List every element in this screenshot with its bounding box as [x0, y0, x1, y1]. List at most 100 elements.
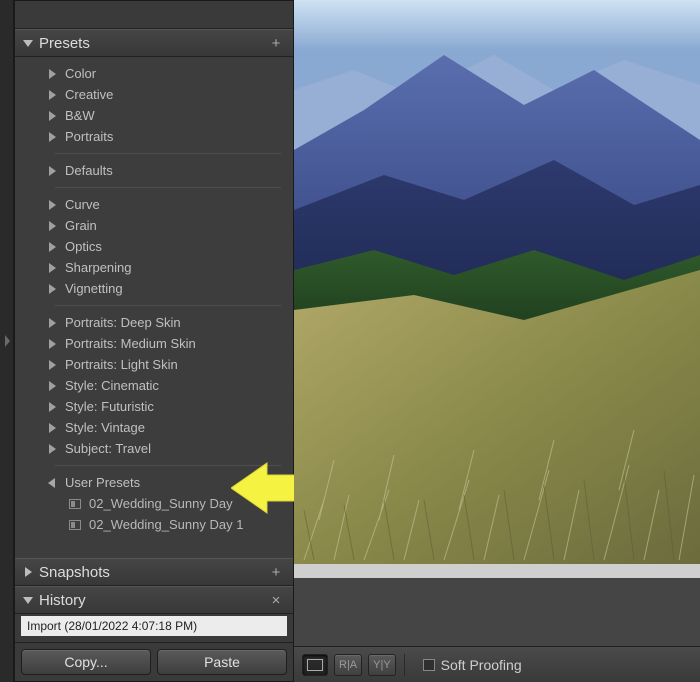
preset-folder-label: Portraits: Light Skin	[65, 357, 178, 372]
preset-folder[interactable]: Color	[27, 63, 289, 84]
copy-button[interactable]: Copy...	[21, 649, 151, 675]
checkbox-icon	[423, 659, 435, 671]
group-separator	[55, 305, 281, 306]
preset-folder-label: B&W	[65, 108, 95, 123]
preset-folder[interactable]: Style: Cinematic	[27, 375, 289, 396]
preview-photo	[294, 0, 700, 564]
view-mode-label: Y|Y	[373, 659, 391, 671]
view-mode-label: R|A	[339, 659, 357, 671]
chevron-right-icon	[47, 69, 57, 79]
history-item-label: Import (28/01/2022 4:07:18 PM)	[27, 619, 197, 633]
snapshots-panel-header[interactable]: Snapshots +	[15, 558, 293, 586]
preset-folder[interactable]: Curve	[27, 194, 289, 215]
preset-folder-label: Grain	[65, 218, 97, 233]
chevron-right-icon	[47, 221, 57, 231]
top-dark-strip	[15, 1, 293, 29]
preset-icon	[69, 499, 81, 509]
chevron-right-icon	[47, 339, 57, 349]
preset-folder[interactable]: Grain	[27, 215, 289, 236]
history-panel-header[interactable]: History ×	[15, 586, 293, 614]
preset-folder[interactable]: Defaults	[27, 160, 289, 181]
view-mode-before-after-tb[interactable]: Y|Y	[368, 654, 396, 676]
preset-folder[interactable]: Portraits: Medium Skin	[27, 333, 289, 354]
preset-folder-label: Sharpening	[65, 260, 132, 275]
preset-folder[interactable]: Portraits: Light Skin	[27, 354, 289, 375]
preset-folder[interactable]: Style: Futuristic	[27, 396, 289, 417]
chevron-right-icon	[47, 284, 57, 294]
preset-folder-label: Vignetting	[65, 281, 123, 296]
view-mode-before-after-lr[interactable]: R|A	[334, 654, 362, 676]
preset-folder[interactable]: Sharpening	[27, 257, 289, 278]
develop-toolbar: R|A Y|Y Soft Proofing	[294, 646, 700, 682]
group-separator	[55, 187, 281, 188]
copy-paste-bar: Copy... Paste	[15, 642, 293, 681]
preset-folder-label: Portraits: Medium Skin	[65, 336, 196, 351]
soft-proofing-toggle[interactable]: Soft Proofing	[423, 657, 522, 673]
chevron-right-icon	[47, 263, 57, 273]
image-frame	[294, 0, 700, 578]
chevron-right-icon	[47, 381, 57, 391]
snapshots-panel-title: Snapshots	[39, 564, 267, 581]
preset-folder[interactable]: Creative	[27, 84, 289, 105]
preset-folder-label: Portraits: Deep Skin	[65, 315, 181, 330]
preset-folder-label: Optics	[65, 239, 102, 254]
preset-folder-label: Style: Vintage	[65, 420, 145, 435]
preset-item[interactable]: 02_Wedding_Sunny Day	[27, 493, 289, 514]
preset-folder-label: Color	[65, 66, 96, 81]
paste-button[interactable]: Paste	[157, 649, 287, 675]
preset-folder-label: Curve	[65, 197, 100, 212]
history-panel-title: History	[39, 592, 267, 609]
preset-folder[interactable]: Portraits	[27, 126, 289, 147]
preset-item-label: 02_Wedding_Sunny Day 1	[89, 517, 243, 532]
chevron-right-icon	[47, 111, 57, 121]
disclosure-down-icon	[23, 38, 33, 48]
left-edge-expander[interactable]	[0, 0, 14, 682]
paste-button-label: Paste	[204, 654, 240, 670]
chevron-right-icon	[47, 132, 57, 142]
chevron-right-icon	[47, 200, 57, 210]
add-snapshot-button[interactable]: +	[267, 563, 285, 581]
toolbar-separator	[404, 654, 405, 676]
disclosure-down-icon	[23, 595, 33, 605]
chevron-right-icon	[47, 90, 57, 100]
preset-folder[interactable]: Optics	[27, 236, 289, 257]
chevron-right-icon	[47, 423, 57, 433]
chevron-down-icon	[47, 478, 57, 488]
preset-folder-label: Portraits	[65, 129, 113, 144]
image-stage[interactable]: wsxdn.com	[294, 0, 700, 646]
chevron-right-icon	[47, 444, 57, 454]
presets-panel-title: Presets	[39, 35, 267, 52]
panel-gap	[15, 541, 293, 558]
preset-folder[interactable]: Portraits: Deep Skin	[27, 312, 289, 333]
preset-folder-label: Style: Cinematic	[65, 378, 159, 393]
preset-item[interactable]: 02_Wedding_Sunny Day 1	[27, 514, 289, 535]
chevron-right-icon	[47, 318, 57, 328]
presets-body: Color Creative B&W Portraits Defaults Curve…	[15, 57, 293, 541]
left-panel: Presets + Color Creative B&W Portraits Defa…	[14, 0, 294, 682]
preset-folder-label: Defaults	[65, 163, 113, 178]
loupe-icon	[307, 659, 323, 671]
preset-folder-label: Creative	[65, 87, 113, 102]
group-separator	[55, 153, 281, 154]
preset-folder[interactable]: Vignetting	[27, 278, 289, 299]
preset-icon	[69, 520, 81, 530]
group-separator	[55, 465, 281, 466]
disclosure-right-icon	[23, 567, 33, 577]
preset-folder-label: Style: Futuristic	[65, 399, 154, 414]
preset-item-label: 02_Wedding_Sunny Day	[89, 496, 233, 511]
preset-folder-label: User Presets	[65, 475, 140, 490]
chevron-right-icon	[47, 402, 57, 412]
history-item[interactable]: Import (28/01/2022 4:07:18 PM)	[21, 616, 287, 636]
add-preset-button[interactable]: +	[267, 34, 285, 52]
chevron-right-icon	[47, 166, 57, 176]
preset-folder[interactable]: B&W	[27, 105, 289, 126]
history-body: Import (28/01/2022 4:07:18 PM)	[15, 614, 293, 642]
view-mode-loupe[interactable]	[302, 654, 328, 676]
clear-history-button[interactable]: ×	[267, 591, 285, 609]
preset-folder-label: Subject: Travel	[65, 441, 151, 456]
preset-folder-user-presets[interactable]: User Presets	[27, 472, 289, 493]
presets-panel-header[interactable]: Presets +	[15, 29, 293, 57]
preset-folder[interactable]: Subject: Travel	[27, 438, 289, 459]
right-pane: wsxdn.com	[294, 0, 700, 682]
preset-folder[interactable]: Style: Vintage	[27, 417, 289, 438]
